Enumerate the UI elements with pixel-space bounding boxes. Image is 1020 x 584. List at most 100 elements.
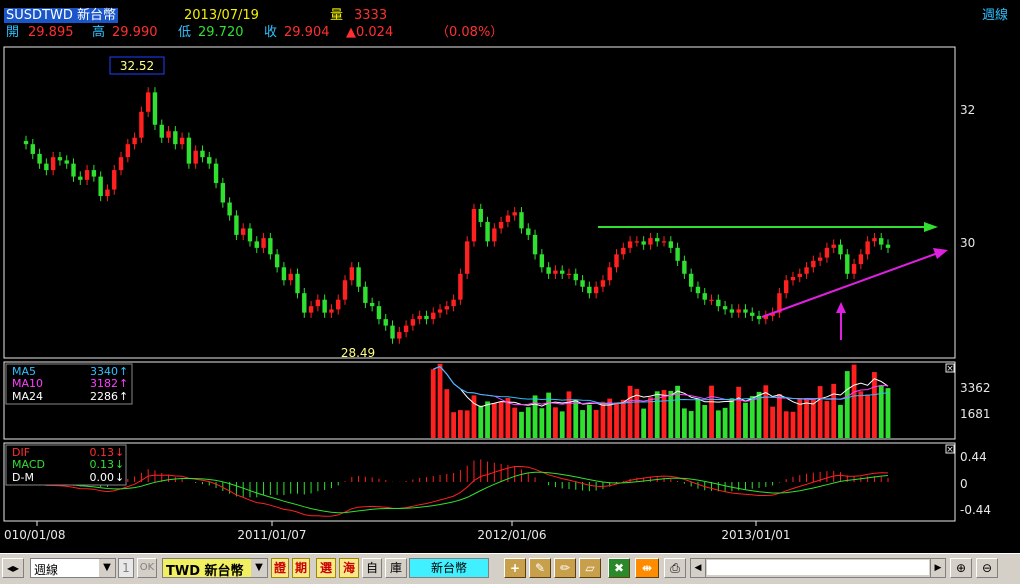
candle-body <box>566 273 572 275</box>
btn-xuan[interactable]: 選 <box>316 558 336 578</box>
change-percent: （0.08%） <box>436 25 504 40</box>
zoom-out-icon[interactable]: ⊖ <box>976 558 998 578</box>
btn-zi[interactable]: 自 <box>362 558 382 578</box>
candle-body <box>695 286 701 294</box>
excel-icon[interactable]: ✖ <box>608 558 630 578</box>
btn-qi[interactable]: 期 <box>292 558 310 578</box>
candle-body <box>627 241 633 248</box>
volume-bar <box>743 402 748 438</box>
macd-value: 0.13 <box>90 458 115 471</box>
candle-body <box>634 241 640 243</box>
scroll-thumb[interactable] <box>707 560 929 575</box>
btn-hai[interactable]: 海 <box>339 558 359 578</box>
candle-body <box>397 332 402 339</box>
macd-close-icon[interactable]: × <box>946 445 954 455</box>
volume-bar <box>539 408 545 438</box>
candle-body <box>78 176 83 180</box>
candle-body <box>166 131 171 138</box>
candle-body <box>526 228 531 235</box>
horizontal-scrollbar[interactable]: ◀ ▶ <box>690 558 946 578</box>
candle-body <box>349 267 354 281</box>
candle-body <box>431 312 436 320</box>
candle-body <box>254 241 259 248</box>
candle-body <box>268 238 273 255</box>
candle-body <box>356 267 361 287</box>
candle-body <box>851 264 857 274</box>
candle-body <box>383 319 388 326</box>
candle-body <box>750 312 755 316</box>
ma24-label: MA24 <box>12 390 43 403</box>
candle-body <box>342 280 348 300</box>
volume-label: 量 <box>330 8 344 23</box>
x-tick-2: 2012/01/06 <box>477 528 546 542</box>
volume-bar <box>729 398 735 438</box>
candle-body <box>546 267 551 274</box>
scroll-left-icon[interactable]: ◀ <box>691 559 706 577</box>
candle-body <box>308 306 314 313</box>
symbol-name: SUSDTWD 新台幣 <box>4 8 118 23</box>
candle-body <box>614 254 619 268</box>
volume-bar <box>451 412 457 438</box>
volume-close-icon[interactable]: × <box>946 364 954 374</box>
volume-bar <box>559 411 565 438</box>
candle-body <box>539 254 545 268</box>
symbol-chevron-down-icon[interactable]: ▼ <box>251 559 267 577</box>
candle-body <box>315 299 321 307</box>
candle-body <box>200 150 205 158</box>
btn-zheng[interactable]: 證 <box>271 558 289 578</box>
btn-ku[interactable]: 庫 <box>385 558 407 578</box>
candle-body <box>186 137 192 164</box>
current-symbol[interactable]: 新台幣 <box>409 558 489 578</box>
fit-width-icon[interactable]: ⇹ <box>635 558 659 578</box>
candle-body <box>437 309 443 313</box>
x-tick-1: 2011/01/07 <box>237 528 306 542</box>
candle-body <box>132 137 137 145</box>
candle-body <box>37 153 42 164</box>
volume-bar <box>648 397 653 438</box>
x-tick-3: 2013/01/01 <box>721 528 790 542</box>
candle-body <box>478 208 483 222</box>
candle-body <box>50 157 56 171</box>
candle-body <box>804 267 809 274</box>
volume-bar <box>593 409 599 438</box>
candle-body <box>682 260 687 274</box>
period-select[interactable]: 週線 ▼ <box>30 558 116 578</box>
candle-body <box>322 299 327 313</box>
count-input[interactable]: 1 <box>118 558 134 578</box>
ok-button[interactable]: OK <box>137 558 157 578</box>
candle-body <box>288 273 293 281</box>
wrench-icon[interactable]: ✎ <box>529 558 551 578</box>
candle-body <box>403 325 409 333</box>
candle-body <box>98 176 103 197</box>
candle-body <box>858 254 864 265</box>
pencil-icon[interactable]: ✏ <box>554 558 576 578</box>
crosshair-icon[interactable]: + <box>504 558 526 578</box>
symbol-select[interactable]: TWD 新台幣 ▼ <box>162 558 268 579</box>
candle-body <box>179 137 185 145</box>
period-label[interactable]: 週線 <box>982 8 1008 23</box>
candle-body <box>600 280 606 287</box>
candle-body <box>193 150 198 164</box>
scroll-left-right-icon[interactable]: ◂▸ <box>2 558 24 578</box>
candle-body <box>872 238 877 242</box>
quote-date: 2013/07/19 <box>184 8 259 23</box>
macd-tick-zero: 0 <box>960 477 968 491</box>
chevron-down-icon[interactable]: ▼ <box>99 559 115 577</box>
scroll-right-icon[interactable]: ▶ <box>930 559 945 577</box>
zoom-in-icon[interactable]: ⊕ <box>950 558 972 578</box>
volume-bar <box>573 400 579 438</box>
candle-body <box>885 244 891 248</box>
volume-bar <box>444 389 450 438</box>
high-label: 高 <box>92 25 106 40</box>
ma10-arrow: ↑ <box>119 377 128 390</box>
candle-body <box>736 309 741 313</box>
candle-body <box>817 257 823 261</box>
volume-bar <box>430 369 436 438</box>
candle-body <box>560 270 565 274</box>
eraser-icon[interactable]: ▱ <box>579 558 601 578</box>
volume-bar <box>457 410 463 438</box>
candle-body <box>125 144 131 158</box>
candle-body <box>573 273 578 281</box>
printer-icon[interactable]: ⎙ <box>664 558 686 578</box>
volume-bar <box>627 385 633 438</box>
